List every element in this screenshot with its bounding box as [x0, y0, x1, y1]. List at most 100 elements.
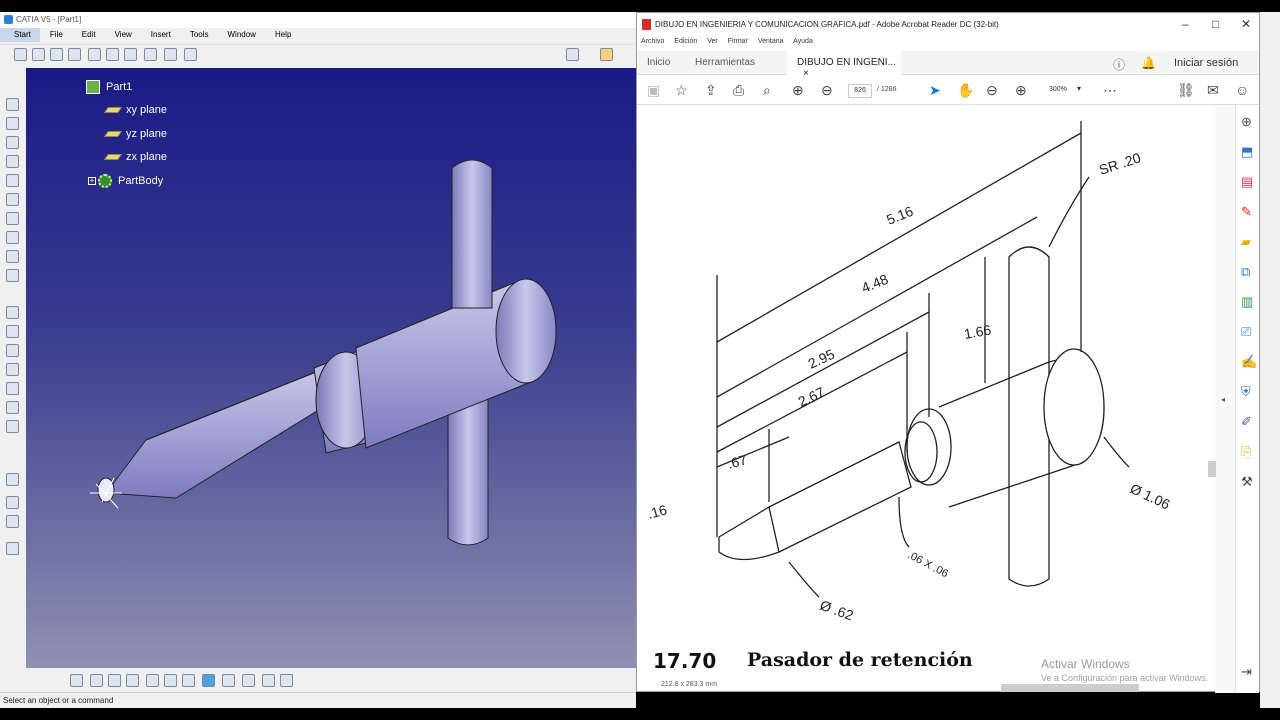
rib-icon[interactable]: [6, 193, 19, 206]
scan-icon[interactable]: ⎚: [1241, 325, 1255, 339]
menu-tools[interactable]: Tools: [180, 28, 218, 42]
menu-help[interactable]: Help: [265, 28, 300, 42]
copy-icon[interactable]: [106, 48, 119, 61]
3d-viewport[interactable]: Part1 xy plane yz plane zx plane + PartB…: [26, 68, 636, 668]
select-cursor-icon[interactable]: ➤: [929, 83, 941, 97]
signin-link[interactable]: Iniciar sesión: [1174, 57, 1238, 69]
quick-view-icon[interactable]: [202, 674, 215, 687]
menu-archivo[interactable]: Archivo: [641, 38, 664, 45]
zoom-in-icon[interactable]: [146, 674, 159, 687]
page-up-icon[interactable]: ⊕: [792, 83, 804, 97]
menu-edicion[interactable]: Edición: [674, 38, 697, 45]
stiffener-icon[interactable]: [6, 250, 19, 263]
zoom-tool-icon[interactable]: ⊕: [1241, 115, 1255, 129]
edit-pdf-icon[interactable]: ✎: [1241, 205, 1255, 219]
fit-all-icon[interactable]: [90, 674, 103, 687]
tab-document[interactable]: DIBUJO EN INGENI... ×: [787, 51, 901, 79]
thread-icon[interactable]: [6, 401, 19, 414]
menu-file[interactable]: File: [40, 28, 72, 42]
protect-icon[interactable]: ⛨: [1241, 385, 1255, 399]
redact-icon[interactable]: ✐: [1241, 415, 1255, 429]
bell-icon[interactable]: 🔔: [1141, 56, 1156, 70]
tab-inicio[interactable]: Inicio: [647, 51, 691, 75]
combine-icon[interactable]: ⧉: [1241, 265, 1255, 279]
send-review-icon[interactable]: ⎘: [1241, 445, 1255, 459]
redo-icon[interactable]: [164, 48, 177, 61]
menu-ver[interactable]: Ver: [707, 38, 718, 45]
zoom-out-icon[interactable]: ⊖: [986, 83, 998, 97]
hand-icon[interactable]: ✋: [957, 83, 974, 97]
zoom-out-icon[interactable]: [164, 674, 177, 687]
close-icon[interactable]: ✕: [1241, 17, 1251, 31]
menu-start[interactable]: Start: [0, 28, 40, 42]
part-model[interactable]: [26, 68, 636, 668]
translation-icon[interactable]: [6, 473, 19, 486]
link-icon[interactable]: ⛓: [1177, 83, 1195, 97]
shell-icon[interactable]: [6, 363, 19, 376]
save-icon[interactable]: [50, 48, 63, 61]
bookmark-star-icon[interactable]: ☆: [675, 83, 688, 97]
edge-fillet-icon[interactable]: [6, 306, 19, 319]
draft-icon[interactable]: [6, 344, 19, 357]
zoom-select[interactable]: 300%: [1049, 86, 1067, 93]
cut-icon[interactable]: [88, 48, 101, 61]
slot-icon[interactable]: [6, 212, 19, 225]
vertical-scrollbar-thumb[interactable]: [1208, 461, 1216, 477]
sketcher-icon[interactable]: [566, 48, 579, 61]
fill-sign-icon[interactable]: ✍: [1241, 355, 1257, 369]
minimize-icon[interactable]: –: [1182, 17, 1189, 31]
collapse-panel-icon[interactable]: ◂: [1221, 395, 1225, 404]
loft-icon[interactable]: [6, 269, 19, 282]
maximize-icon[interactable]: □: [1212, 17, 1219, 31]
rotate-icon[interactable]: [126, 674, 139, 687]
hide-show-icon[interactable]: [262, 674, 275, 687]
menu-insert[interactable]: Insert: [141, 28, 180, 42]
open-icon[interactable]: [32, 48, 45, 61]
groove-icon[interactable]: [6, 155, 19, 168]
menu-window[interactable]: Window: [218, 28, 265, 42]
pan-icon[interactable]: [108, 674, 121, 687]
new-icon[interactable]: [14, 48, 27, 61]
iso-view-icon[interactable]: [222, 674, 235, 687]
hole-icon[interactable]: [6, 174, 19, 187]
comment-icon[interactable]: ▰: [1241, 235, 1255, 249]
expand-pane-icon[interactable]: ⇥: [1241, 665, 1255, 679]
normal-view-icon[interactable]: [182, 674, 195, 687]
upload-icon[interactable]: ⇪: [705, 83, 717, 97]
page-number-input[interactable]: 826: [848, 84, 872, 98]
page-down-icon[interactable]: ⊖: [821, 83, 833, 97]
shading-icon[interactable]: [242, 674, 255, 687]
chamfer-icon[interactable]: [6, 325, 19, 338]
paste-icon[interactable]: [124, 48, 137, 61]
menu-view[interactable]: View: [105, 28, 141, 42]
select-arrow-icon[interactable]: [600, 48, 613, 61]
share-icon[interactable]: ☺: [1235, 83, 1249, 97]
save-icon[interactable]: ▣: [647, 83, 660, 97]
solid-combine-icon[interactable]: [6, 231, 19, 244]
help-icon[interactable]: ⓘ: [1113, 56, 1125, 73]
tab-herramientas[interactable]: Herramientas: [695, 51, 785, 75]
email-icon[interactable]: ✉: [1207, 83, 1219, 97]
menu-firmar[interactable]: Firmar: [728, 38, 748, 45]
shaft-icon[interactable]: [6, 136, 19, 149]
point-icon[interactable]: [6, 542, 19, 555]
thickness-icon[interactable]: [6, 382, 19, 395]
undo-icon[interactable]: [144, 48, 157, 61]
search-icon[interactable]: ⌕: [763, 83, 771, 97]
fly-mode-icon[interactable]: [70, 674, 83, 687]
remove-face-icon[interactable]: [6, 420, 19, 433]
swap-visible-icon[interactable]: [280, 674, 293, 687]
scaling-icon[interactable]: [6, 515, 19, 528]
zoom-in-icon[interactable]: ⊕: [1015, 83, 1027, 97]
more-tools-icon[interactable]: ⋯: [1103, 83, 1117, 97]
menu-edit[interactable]: Edit: [72, 28, 105, 42]
menu-ventana[interactable]: Ventana: [758, 38, 784, 45]
organize-pages-icon[interactable]: ▥: [1241, 295, 1255, 309]
menu-ayuda[interactable]: Ayuda: [793, 38, 813, 45]
chevron-down-icon[interactable]: ▾: [1077, 84, 1081, 93]
export-pdf-icon[interactable]: ⬒: [1241, 145, 1255, 159]
more-tools-icon[interactable]: ⚒: [1241, 475, 1255, 489]
whats-this-icon[interactable]: [184, 48, 197, 61]
print-icon[interactable]: ⎙: [733, 83, 744, 97]
print-icon[interactable]: [68, 48, 81, 61]
